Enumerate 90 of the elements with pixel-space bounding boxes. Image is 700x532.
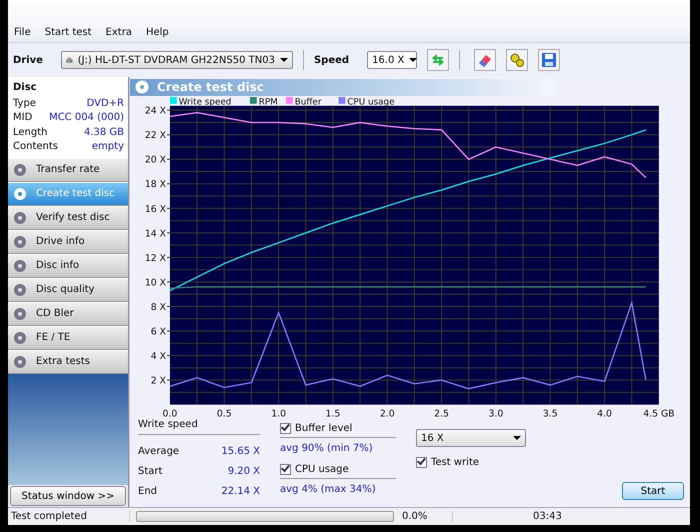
cpu-usage-checkbox[interactable]: CPU usage bbox=[280, 460, 396, 478]
arrows-icon bbox=[430, 52, 446, 68]
disc-icon bbox=[13, 186, 27, 200]
elapsed-time: 03:43 bbox=[533, 511, 562, 522]
disc-icon bbox=[13, 258, 27, 272]
cpu-summary: avg 4% (max 34%) bbox=[280, 478, 396, 501]
caret-icon bbox=[513, 436, 521, 440]
disc-field-value: MCC 004 (000) bbox=[49, 111, 124, 125]
buffer-level-checkbox[interactable]: Buffer level bbox=[280, 419, 396, 437]
disc-field-label: Contents bbox=[13, 140, 58, 154]
y-tick-label: 16 X bbox=[144, 203, 166, 214]
progress-percent: 0.0% bbox=[400, 511, 453, 522]
x-tick-label: 4.5 GB bbox=[643, 408, 675, 419]
y-tick-label: 4 X bbox=[150, 350, 166, 362]
nav-item[interactable]: FE / TE bbox=[8, 326, 128, 350]
legend-label: Write speed bbox=[178, 96, 232, 107]
x-tick-label: 0.0 bbox=[162, 408, 178, 419]
test-write-checkbox[interactable]: Test write bbox=[416, 453, 528, 471]
disc-icon bbox=[135, 80, 149, 94]
y-tick-label: 20 X bbox=[144, 154, 166, 166]
coins-icon bbox=[509, 52, 526, 68]
disc-icon bbox=[13, 210, 27, 224]
stat-label: Start bbox=[138, 466, 162, 476]
buffer-summary: avg 90% (min 7%) bbox=[280, 437, 396, 460]
nav-item[interactable]: Disc quality bbox=[8, 278, 128, 302]
y-tick-label: 8 X bbox=[150, 302, 166, 313]
nav-item[interactable]: Transfer rate bbox=[8, 158, 128, 182]
coins-button[interactable] bbox=[506, 49, 528, 71]
disc-field-value: DVD+R bbox=[86, 96, 124, 110]
stat-label: End bbox=[138, 486, 158, 496]
disc-icon bbox=[13, 282, 27, 296]
x-tick-label: 1.5 bbox=[326, 408, 340, 419]
speed-dropdown[interactable]: 16.0 X bbox=[367, 51, 418, 69]
x-tick-label: 0.5 bbox=[216, 408, 232, 419]
disc-field-value: 4.38 GB bbox=[84, 126, 124, 140]
x-tick-label: 3.5 bbox=[542, 408, 558, 419]
disc-field-label: Type bbox=[13, 96, 36, 110]
stat-label: Average bbox=[138, 446, 180, 456]
caret-icon bbox=[409, 58, 418, 62]
x-tick-label: 2.0 bbox=[380, 408, 395, 419]
disc-icon bbox=[13, 354, 27, 368]
stats-heading: Write speed bbox=[138, 419, 260, 435]
disc-field-label: Length bbox=[13, 126, 48, 140]
speed-label: Speed bbox=[314, 54, 350, 66]
y-tick-label: 14 X bbox=[144, 228, 166, 239]
disc-icon bbox=[13, 330, 27, 344]
caret-icon bbox=[280, 58, 288, 62]
drive-label: Drive bbox=[13, 54, 43, 66]
write-speed-dropdown[interactable]: 16 X bbox=[416, 429, 526, 447]
disc-icon bbox=[13, 162, 27, 176]
eraser-icon bbox=[477, 52, 494, 68]
stat-value: 9.20 X bbox=[228, 466, 260, 476]
nav-item[interactable]: Drive info bbox=[8, 230, 128, 254]
nav-item[interactable]: CD Bler bbox=[8, 302, 128, 326]
disc-field-label: MID bbox=[13, 111, 32, 125]
status-message: Test completed bbox=[8, 511, 130, 522]
eraser-button[interactable] bbox=[474, 49, 496, 71]
y-tick-label: 22 X bbox=[144, 130, 166, 141]
y-tick-label: 10 X bbox=[144, 277, 166, 288]
menu-item[interactable]: Start test bbox=[44, 26, 92, 38]
nav-item[interactable]: Extra tests bbox=[8, 350, 128, 374]
disc-icon bbox=[13, 306, 27, 320]
x-tick-label: 2.5 bbox=[434, 408, 449, 419]
start-button[interactable]: Start bbox=[622, 482, 684, 500]
disc-icon bbox=[13, 234, 27, 248]
x-tick-label: 1.0 bbox=[271, 408, 286, 419]
disc-heading: Disc bbox=[13, 81, 38, 95]
x-tick-label: 3.0 bbox=[488, 408, 504, 419]
stat-value: 22.14 X bbox=[221, 486, 260, 496]
disc-field-value: empty bbox=[92, 140, 124, 154]
nav-item[interactable]: Verify test disc bbox=[8, 206, 128, 230]
y-tick-label: 12 X bbox=[144, 252, 166, 264]
drive-dropdown[interactable]: (J:) HL-DT-ST DVDRAM GH22NS50 TN03 bbox=[60, 51, 293, 69]
x-tick-label: 4.0 bbox=[597, 408, 612, 419]
menu-item[interactable]: File bbox=[14, 26, 31, 38]
legend-label: RPM bbox=[258, 96, 278, 107]
menu-item[interactable]: Extra bbox=[106, 26, 132, 38]
legend-label: CPU usage bbox=[347, 96, 395, 107]
status-window-button[interactable]: Status window >> bbox=[10, 486, 126, 506]
save-button[interactable] bbox=[538, 49, 560, 71]
legend-label: Buffer bbox=[294, 96, 322, 107]
y-tick-label: 6 X bbox=[150, 326, 166, 338]
y-tick-label: 18 X bbox=[144, 178, 166, 190]
stat-value: 15.65 X bbox=[221, 446, 260, 456]
panel-title: Create test disc bbox=[157, 80, 264, 94]
menu-item[interactable]: Help bbox=[146, 26, 169, 38]
y-tick-label: 24 X bbox=[144, 105, 166, 116]
y-tick-label: 2 X bbox=[150, 375, 166, 386]
nav-item[interactable]: Disc info bbox=[8, 254, 128, 278]
save-icon bbox=[541, 52, 558, 68]
